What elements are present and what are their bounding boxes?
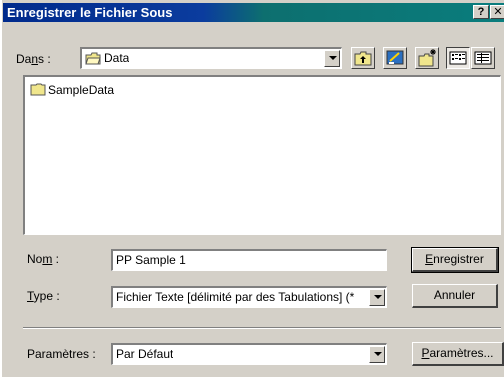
filename-value: PP Sample 1 [116, 253, 186, 267]
close-icon: ✕ [493, 6, 503, 18]
save-as-dialog: Enregistrer le Fichier Sous ? ✕ Dans : D… [0, 0, 504, 377]
list-item-name: SampleData [48, 83, 115, 97]
desktop-icon [386, 50, 404, 65]
help-icon: ? [477, 6, 485, 18]
details-view-icon [474, 51, 492, 65]
location-value: Data [104, 51, 130, 65]
location-dropdown-button[interactable] [324, 50, 340, 67]
help-button[interactable]: ? [473, 5, 489, 19]
new-folder-button[interactable] [415, 47, 439, 69]
separator-highlight [23, 328, 501, 329]
details-view-button[interactable] [471, 47, 495, 69]
location-combo[interactable]: Data [80, 47, 342, 69]
title-bar[interactable]: Enregistrer le Fichier Sous ? ✕ [3, 3, 504, 22]
cancel-button[interactable]: Annuler [412, 284, 498, 308]
parameters-value: Par Défaut [116, 347, 174, 361]
up-folder-button[interactable] [351, 47, 375, 69]
location-label: Dans : [16, 52, 51, 66]
new-folder-icon [418, 49, 436, 67]
filename-label: Nom : [27, 252, 60, 266]
parameters-dropdown-button[interactable] [369, 346, 385, 363]
filename-input[interactable]: PP Sample 1 [111, 249, 387, 271]
list-view-button[interactable] [446, 47, 470, 69]
folder-open-icon [85, 52, 101, 65]
window-title: Enregistrer le Fichier Sous [7, 5, 173, 20]
list-view-icon [449, 51, 467, 65]
filetype-value: Fichier Texte [délimité par des Tabulati… [116, 290, 355, 304]
filetype-combo[interactable]: Fichier Texte [délimité par des Tabulati… [111, 286, 387, 308]
desktop-button[interactable] [383, 47, 407, 69]
close-button[interactable]: ✕ [490, 5, 504, 19]
filetype-dropdown-button[interactable] [369, 289, 385, 306]
save-button[interactable]: Enregistrer [411, 247, 499, 273]
folder-icon [30, 83, 46, 96]
parameters-combo[interactable]: Par Défaut [111, 343, 387, 365]
up-folder-icon [354, 51, 372, 66]
parameters-button[interactable]: Paramètres... [412, 342, 504, 366]
file-list[interactable]: SampleData [23, 75, 501, 235]
parameters-label: Paramètres : [27, 347, 96, 361]
dialog-left-edge [0, 0, 2, 377]
filetype-label: Type : [27, 289, 60, 303]
